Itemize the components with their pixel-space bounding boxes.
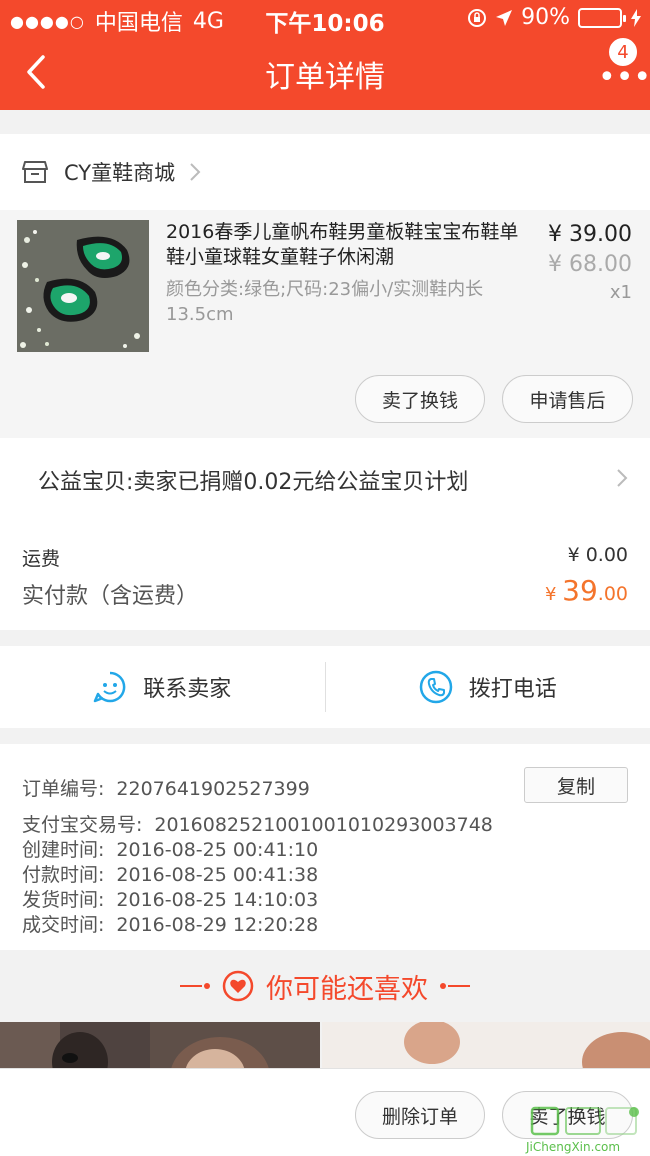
status-right: 90% [467,5,642,30]
charity-text: 公益宝贝:卖家已捐赠0.02元给公益宝贝计划 [38,470,469,495]
store-icon [22,161,48,183]
header: ●●●●○ 中国电信 4G 下午10:06 90% 订单详情 ••• 4 [0,0,650,110]
message-badge: 4 [608,37,638,67]
paid-time-row: 付款时间: 2016-08-25 00:41:38 [22,860,318,887]
shop-row[interactable]: CY童鞋商城 [0,134,650,210]
shop-name: CY童鞋商城 [64,161,176,185]
nav-bar: 订单详情 ••• [0,36,650,110]
paid-amount-label: 实付款（含运费） [22,584,199,609]
shipping-label: 运费 [22,548,61,570]
delete-order-button[interactable]: 删除订单 [355,1091,485,1139]
product-spec: 颜色分类:绿色;尺码:23偏小/实测鞋内长13.5cm [166,279,484,325]
alipay-number-label: 支付宝交易号: [22,814,143,836]
paid-time: 2016-08-25 00:41:38 [116,864,319,886]
more-dots-icon: ••• [598,60,650,95]
chevron-right-icon [190,163,201,181]
recommend-header: 你可能还喜欢 [0,950,650,1022]
created-time: 2016-08-25 00:41:10 [116,839,319,861]
contact-seller-button[interactable]: 联系卖家 [0,646,325,728]
product-title[interactable]: 2016春季儿童帆布鞋男童板鞋宝宝布鞋单鞋小童球鞋女童鞋子休闲潮 [166,220,536,270]
shipped-time-label: 发货时间: [22,889,105,911]
product-original-price: ¥ 68.00 [548,252,632,277]
chat-smile-icon [93,671,126,703]
paid-time-label: 付款时间: [22,864,105,886]
paid-amount: ¥ 39.00 [545,574,628,607]
status-bar: ●●●●○ 中国电信 4G 下午10:06 90% [0,0,650,37]
location-arrow-icon [496,9,513,26]
charity-row[interactable]: 公益宝贝:卖家已捐赠0.02元给公益宝贝计划 [0,438,650,522]
contact-seller-label: 联系卖家 [143,677,232,702]
shipped-time: 2016-08-25 14:10:03 [116,889,319,911]
copy-button[interactable]: 复制 [524,767,628,803]
battery-icon [578,7,626,28]
created-time-label: 创建时间: [22,839,105,861]
recommend-title: 你可能还喜欢 [266,973,428,1005]
order-detail-page: ●●●●○ 中国电信 4G 下午10:06 90% 订单详情 ••• 4 CY童… [0,0,650,1156]
completed-time-row: 成交时间: 2016-08-29 12:20:28 [22,910,318,937]
product-quantity: x1 [609,282,632,303]
alipay-number-row: 支付宝交易号: 2016082521001001010293003748 [22,810,493,837]
shipping-value: ¥ 0.00 [567,544,628,566]
shipped-time-row: 发货时间: 2016-08-25 14:10:03 [22,885,318,912]
left-ornament [180,983,210,989]
completed-time-label: 成交时间: [22,914,105,936]
after-sale-button[interactable]: 申请售后 [502,375,633,423]
product-thumbnail[interactable] [17,220,149,352]
call-phone-button[interactable]: 拨打电话 [326,646,650,728]
watermark-logo [530,1106,639,1136]
chevron-right-icon [617,469,628,487]
heart-icon [222,970,254,1002]
charging-icon [631,8,641,27]
order-number-row: 订单编号: 2207641902527399 [22,774,310,801]
watermark-text: JiChengXin.com [526,1140,621,1154]
paid-integer: 39 [562,574,598,607]
product-image [17,220,149,352]
order-number-label: 订单编号: [22,778,105,800]
order-info: 订单编号: 2207641902527399 复制 支付宝交易号: 20160825… [0,744,650,950]
battery-percent: 90% [521,5,570,30]
product-price: ¥ 39.00 [548,222,632,247]
site-watermark: JiChengXin.com [526,1104,646,1154]
paid-decimal: .00 [597,583,628,605]
completed-time: 2016-08-29 12:20:28 [116,914,319,936]
call-phone-label: 拨打电话 [468,677,557,702]
sell-for-cash-button[interactable]: 卖了换钱 [355,375,485,423]
created-time-row: 创建时间: 2016-08-25 00:41:10 [22,835,318,862]
phone-icon [419,670,452,704]
rotation-lock-icon [468,8,487,27]
right-ornament [440,983,470,989]
product-item[interactable]: 2016春季儿童帆布鞋男童板鞋宝宝布鞋单鞋小童球鞋女童鞋子休闲潮 颜色分类:绿色… [0,210,650,438]
fee-summary: 运费 ¥ 0.00 实付款（含运费） ¥ 39.00 [0,522,650,630]
page-title: 订单详情 [265,60,385,95]
paid-currency: ¥ [544,584,563,605]
alipay-number: 2016082521001001010293003748 [154,814,493,836]
contact-bar: 联系卖家 拨打电话 [0,646,650,728]
order-number: 2207641902527399 [116,778,310,800]
